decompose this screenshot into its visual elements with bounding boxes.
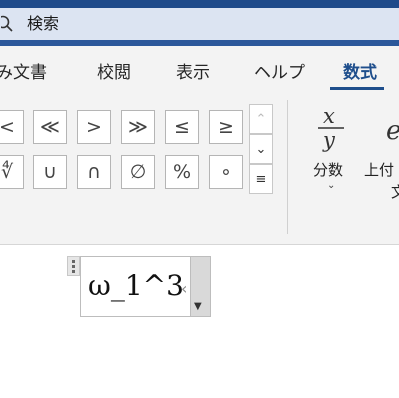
chevron-up-icon: ⌃ [255, 111, 267, 127]
tab-help[interactable]: ヘルプ [254, 62, 305, 84]
equation-insertion-marker: ‹ [181, 279, 188, 298]
gallery-scroll-down-button[interactable]: ⌄ [249, 134, 273, 164]
tab-equation[interactable]: 数式 [343, 62, 377, 84]
symbol-less-equal[interactable]: ≤ [165, 110, 199, 144]
svg-text:y: y [322, 128, 336, 152]
handle-dot [72, 260, 75, 263]
group-separator [287, 100, 288, 234]
symbol-much-less-than[interactable]: ≪ [33, 110, 67, 144]
tab-review[interactable]: 校閲 [97, 62, 131, 84]
equation-options-dropdown-icon[interactable]: ▼ [194, 301, 202, 312]
handle-dot [72, 265, 75, 268]
symbol-greater-equal[interactable]: ≥ [209, 110, 243, 144]
script-icon[interactable]: e [386, 116, 399, 146]
fraction-dropdown-icon[interactable]: ⌄ [327, 180, 335, 191]
symbol-much-greater-than[interactable]: ≫ [121, 110, 155, 144]
script-button-label[interactable]: 上付 [364, 159, 394, 180]
symbol-less-than[interactable]: < [0, 110, 24, 144]
symbol-union[interactable]: ∪ [33, 155, 67, 189]
search-icon[interactable] [1, 15, 17, 33]
gallery-scroll-up-button[interactable]: ⌃ [249, 104, 273, 134]
equation-move-handle[interactable] [67, 256, 80, 276]
script-button-label-2[interactable]: 文 [391, 181, 399, 202]
tab-mailings[interactable]: み文書 [0, 62, 47, 84]
more-icon: ≡ [255, 171, 267, 187]
svg-text:x: x [323, 104, 335, 128]
symbol-greater-than[interactable]: > [77, 110, 111, 144]
symbol-intersection[interactable]: ∩ [77, 155, 111, 189]
equation-text[interactable]: ω_1^3 [88, 268, 184, 304]
symbol-percent[interactable]: % [165, 155, 199, 189]
active-tab-indicator [330, 87, 384, 90]
search-label[interactable]: 検索 [27, 14, 59, 34]
symbol-empty-set[interactable]: ∅ [121, 155, 155, 189]
symbol-fourth-root[interactable]: ∜ [0, 155, 24, 189]
gallery-more-button[interactable]: ≡ [249, 164, 273, 194]
fraction-button-label[interactable]: 分数 [313, 159, 343, 180]
fraction-icon[interactable]: x y [314, 104, 348, 154]
search-box[interactable] [0, 8, 399, 40]
title-bar-strip [0, 0, 399, 8]
symbol-ring-operator[interactable]: ∘ [209, 155, 243, 189]
handle-dot [72, 270, 75, 273]
title-bar [0, 0, 399, 46]
tab-view[interactable]: 表示 [176, 62, 210, 84]
chevron-down-icon: ⌄ [255, 141, 267, 157]
